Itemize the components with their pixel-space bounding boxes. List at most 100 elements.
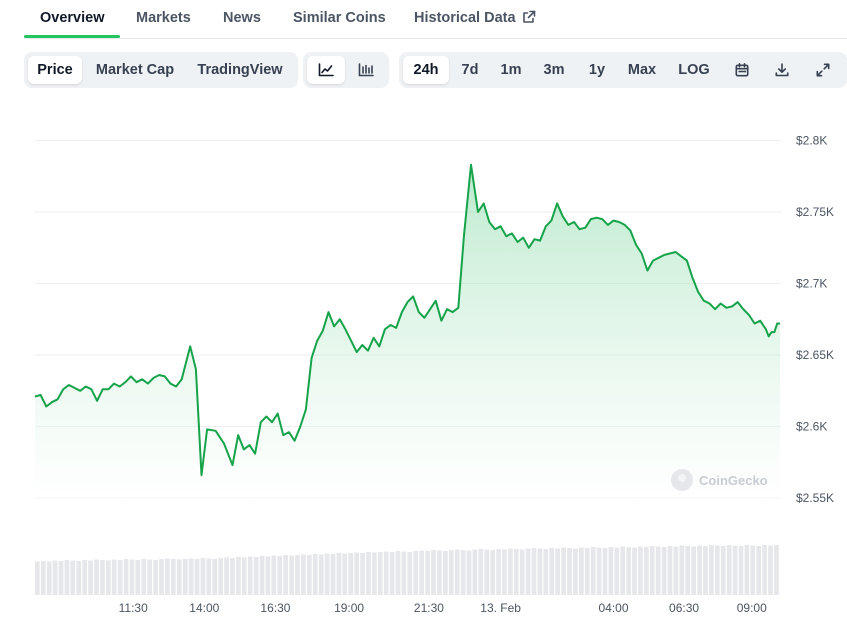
volume-bar <box>218 558 224 595</box>
volume-bar <box>330 554 336 595</box>
volume-bar <box>360 553 365 595</box>
volume-bar <box>448 550 454 595</box>
volume-bar <box>714 545 720 595</box>
x-tick-label: 21:30 <box>414 601 444 615</box>
volume-bar <box>703 546 708 595</box>
x-tick-label: 13. Feb <box>480 601 521 615</box>
volume-bar <box>176 559 182 595</box>
x-axis-labels: 11:30 14:00 16:30 19:00 21:30 13. Feb 04:00 06:… <box>119 601 767 615</box>
volume-bar <box>460 550 466 595</box>
volume-bar <box>620 546 626 595</box>
volume-bar <box>389 552 395 595</box>
volume-bar <box>295 555 300 595</box>
volume-bar <box>188 558 194 595</box>
volume-bar <box>123 559 129 595</box>
volume-bar <box>265 556 271 595</box>
volume-bar <box>372 552 377 595</box>
volume-bar <box>230 558 235 595</box>
price-chart[interactable]: $2.8K$2.75K$2.7K$2.65K$2.6K$2.55K 11:30 1… <box>0 0 847 627</box>
volume-bar <box>241 557 247 595</box>
volume-bar <box>732 545 738 595</box>
coingecko-logo-icon <box>671 469 693 491</box>
x-tick-label: 16:30 <box>260 601 290 615</box>
volume-bar <box>549 548 555 595</box>
volume-bar <box>354 552 359 595</box>
watermark-label: CoinGecko <box>699 473 768 488</box>
volume-bar <box>377 552 383 595</box>
volume-bar <box>46 561 52 595</box>
volume-bar <box>774 545 779 595</box>
volume-bar <box>289 555 294 595</box>
volume-bar <box>466 550 472 595</box>
volume-bar <box>401 551 407 595</box>
volume-bar <box>383 551 389 595</box>
volume-bar <box>336 553 342 595</box>
volume-bar <box>94 559 99 595</box>
volume-bar <box>425 551 430 595</box>
volume-bar <box>170 559 176 595</box>
volume-bar <box>561 547 566 595</box>
y-tick-label: $2.65K <box>796 348 834 362</box>
volume-bar <box>685 546 691 595</box>
volume-bar <box>70 560 76 595</box>
volume-bar <box>247 556 253 595</box>
volume-bar <box>454 549 460 595</box>
volume-bar <box>531 548 537 595</box>
y-tick-label: $2.55K <box>796 491 834 505</box>
volume-bar <box>117 560 123 595</box>
volume-bars <box>35 545 779 595</box>
volume-bar <box>584 548 590 595</box>
volume-bar <box>348 553 354 595</box>
y-tick-label: $2.6K <box>796 420 827 434</box>
volume-bar <box>596 547 602 595</box>
volume-bar <box>111 559 117 595</box>
volume-bar <box>301 554 306 595</box>
volume-bar <box>236 557 241 595</box>
volume-bar <box>141 559 147 595</box>
volume-bar <box>82 560 88 595</box>
volume-bar <box>638 546 643 595</box>
volume-bar <box>419 550 425 595</box>
volume-bar <box>709 545 714 595</box>
volume-bar <box>306 555 312 595</box>
volume-bar <box>768 545 773 595</box>
coingecko-watermark: CoinGecko <box>671 469 768 491</box>
y-tick-label: $2.7K <box>796 277 827 291</box>
volume-bar <box>431 550 436 595</box>
volume-bar <box>105 560 111 595</box>
x-tick-label: 14:00 <box>189 601 219 615</box>
volume-bar <box>673 546 679 595</box>
volume-bar <box>590 547 596 595</box>
volume-bar <box>567 548 572 595</box>
volume-bar <box>744 545 750 595</box>
volume-bar <box>52 560 58 595</box>
volume-bar <box>259 556 265 595</box>
volume-bar <box>407 552 413 595</box>
volume-bar <box>750 545 756 595</box>
volume-bar <box>490 550 495 595</box>
volume-bar <box>655 546 661 595</box>
volume-bar <box>573 548 578 595</box>
volume-bar <box>484 549 490 595</box>
volume-bar <box>366 552 371 595</box>
volume-bar <box>608 547 614 595</box>
volume-bar <box>182 559 188 595</box>
x-tick-label: 04:00 <box>598 601 628 615</box>
volume-bar <box>318 554 324 595</box>
volume-bar <box>64 560 70 595</box>
volume-bar <box>135 560 141 595</box>
volume-bar <box>626 547 631 595</box>
volume-bar <box>147 559 153 595</box>
volume-bar <box>720 546 726 595</box>
volume-bar <box>312 554 318 595</box>
volume-bar <box>667 546 673 595</box>
volume-bar <box>502 549 507 595</box>
volume-bar <box>88 560 93 595</box>
volume-bar <box>224 557 229 595</box>
volume-bar <box>395 551 401 595</box>
y-axis-labels: $2.8K $2.75K $2.7K $2.65K $2.6K $2.55K <box>796 134 834 506</box>
volume-bar <box>472 549 478 595</box>
volume-bar <box>644 547 649 595</box>
x-tick-label: 06:30 <box>669 601 699 615</box>
volume-bar <box>508 548 513 595</box>
